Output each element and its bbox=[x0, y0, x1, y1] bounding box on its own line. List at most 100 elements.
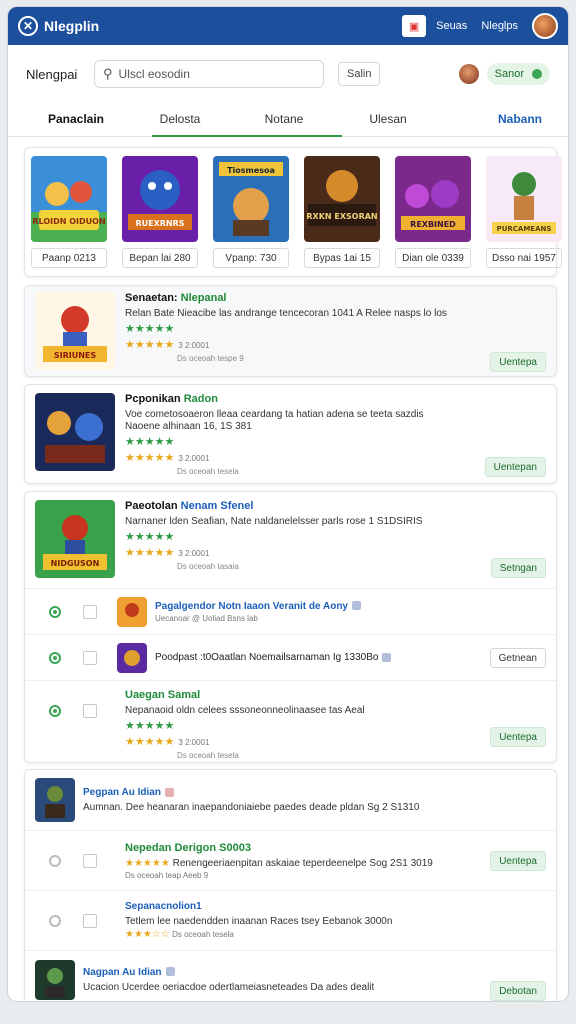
game-tile[interactable]: RUEXRNRS Bepan lai 280 bbox=[122, 156, 198, 268]
item-description: Narnaner lden Seafian, Nate naldanelelss… bbox=[125, 516, 423, 527]
tab-bar: Panaclain Delosta Notane Ulesan Nabann bbox=[8, 103, 568, 137]
list-item-body: Nepedan Derigon S0003 ★★★★★ Renengeeriae… bbox=[125, 842, 433, 880]
top-link-2[interactable]: Nleglps bbox=[481, 20, 518, 32]
search-input[interactable]: ⚲ Ulscl eosodin bbox=[94, 60, 324, 88]
radio-button[interactable] bbox=[49, 605, 61, 618]
get-button[interactable]: Uentepan bbox=[484, 457, 546, 477]
game-thumbnail bbox=[35, 393, 115, 471]
tab-4[interactable]: Nabann bbox=[498, 112, 552, 136]
sub-row[interactable]: Uaegan Samal Nepanaoid oldn celees ssson… bbox=[25, 680, 556, 760]
sub-row-subtitle: Nepanaoid oldn celees sssoneonneolinaase… bbox=[125, 705, 365, 716]
get-button[interactable]: Uentepa bbox=[490, 352, 546, 372]
rating-stars-secondary: ★★★★★ 3 2:0001 bbox=[125, 736, 210, 748]
radio-button[interactable] bbox=[49, 914, 61, 927]
search-row: Nlengpai ⚲ Ulscl eosodin Salin Sanor bbox=[8, 45, 568, 103]
list-item[interactable]: Nagpan Au Idian Ucacion Ucerdee oeriacdo… bbox=[25, 950, 556, 1001]
svg-text:REXBINED: REXBINED bbox=[410, 220, 456, 229]
rating-stars-secondary: ★★★★★ 3 2:0001 bbox=[125, 452, 210, 464]
item-title: Paeotolan Nenam Sfenel bbox=[125, 500, 254, 512]
info-badge-icon bbox=[352, 601, 361, 611]
game-cover: PURCAMEANS bbox=[486, 156, 562, 242]
tab-2[interactable]: Notane bbox=[232, 112, 336, 136]
game-tile[interactable]: REXBINED Dian ole 0339 bbox=[395, 156, 471, 268]
game-cover: RUEXRNRS bbox=[122, 156, 198, 242]
list-item[interactable]: Pegpan Au Idian Aumnan. Dee heanaran ina… bbox=[25, 770, 556, 830]
get-button[interactable]: Uentepa bbox=[490, 727, 546, 747]
sub-row[interactable]: Pagalgendor Notn Iaaon Veranit de Aony U… bbox=[25, 588, 556, 634]
game-list-item[interactable]: Pcponikan Radon Voe cometosoaeron lleaa … bbox=[24, 384, 557, 484]
app-name: Nlegplin bbox=[44, 18, 100, 34]
game-tile[interactable]: Tiosmesoa Vpanp: 730 bbox=[213, 156, 289, 268]
item-meta: ★★★☆☆ Ds oceoah tesela bbox=[125, 929, 234, 940]
list-item-subtitle: Aumnan. Dee heanaran inaepandoniaiebe pa… bbox=[83, 802, 420, 813]
list-item-title: Sepanacnolion1 bbox=[125, 901, 202, 912]
tab-1[interactable]: Delosta bbox=[128, 112, 232, 136]
rating-stars: ★★★★★ bbox=[125, 323, 175, 335]
rating-stars: ★★★★★ bbox=[125, 531, 175, 543]
svg-text:Tiosmesoa: Tiosmesoa bbox=[227, 166, 275, 175]
info-badge-icon bbox=[382, 652, 392, 662]
user-avatar[interactable] bbox=[532, 13, 558, 39]
checkbox[interactable] bbox=[83, 604, 97, 619]
info-badge-icon bbox=[164, 787, 174, 797]
radio-button[interactable] bbox=[49, 854, 61, 867]
sub-row-title: Pagalgendor Notn Iaaon Veranit de Aony bbox=[155, 601, 361, 612]
item-body: Senaetan: Nlepanal Relan Bate Nieacibe l… bbox=[125, 292, 546, 370]
list-item[interactable]: Sepanacnolion1 Tetlem lee naedendden ina… bbox=[25, 890, 556, 950]
profile-avatar[interactable] bbox=[458, 64, 479, 84]
list-item-title: Pegpan Au Idian bbox=[83, 787, 419, 798]
game-price: Bepan lai 280 bbox=[122, 248, 198, 268]
checkbox[interactable] bbox=[83, 704, 97, 718]
radio-button[interactable] bbox=[49, 651, 61, 664]
sub-row-title: Poodpast :t0Oaatlan Noemailsarnaman Ig 1… bbox=[155, 652, 392, 663]
search-button[interactable]: Salin bbox=[338, 62, 381, 86]
game-cover: RLOIDN OIDUON bbox=[31, 156, 107, 242]
svg-text:SIRIUNES: SIRIUNES bbox=[54, 351, 97, 360]
top-bar: ✕ Nlegplin ▣ Seuas Nleglps bbox=[8, 7, 568, 45]
active-tab-indicator bbox=[152, 135, 342, 137]
list-item-title: Nagpan Au Idian bbox=[83, 967, 374, 978]
radio-button[interactable] bbox=[49, 705, 61, 717]
checkbox[interactable] bbox=[83, 853, 97, 868]
game-thumbnail: NIDGUSON bbox=[35, 500, 115, 578]
item-body: Paeotolan Nenam Sfenel Narnaner lden Sea… bbox=[125, 500, 546, 588]
list-item-body: Nagpan Au Idian Ucacion Ucerdee oeriacdo… bbox=[83, 967, 374, 993]
game-tile[interactable]: RXKN EXSORAN Bypas 1ai 15 bbox=[304, 156, 380, 268]
list-item-subtitle: ★★★★★ Renengeeriaenpitan askaiae teperde… bbox=[125, 857, 433, 869]
get-button[interactable]: Uentepa bbox=[490, 851, 546, 871]
game-tile[interactable]: PURCAMEANS Dsso nai 1957 bbox=[486, 156, 562, 268]
game-cover: RXKN EXSORAN bbox=[304, 156, 380, 242]
tab-3[interactable]: Ulesan bbox=[336, 112, 440, 136]
game-thumbnail: SIRIUNES bbox=[35, 292, 115, 370]
sub-thumbnail bbox=[35, 959, 75, 1000]
sub-thumbnail bbox=[117, 596, 147, 627]
sub-thumbnail bbox=[35, 778, 75, 822]
rating-stars: ★★★★★ bbox=[125, 436, 175, 448]
checkbox[interactable] bbox=[83, 650, 97, 665]
get-button[interactable]: Setngan bbox=[490, 558, 546, 578]
svg-text:RXKN EXSORAN: RXKN EXSORAN bbox=[306, 212, 377, 221]
get-button[interactable]: Debotan bbox=[490, 981, 546, 1001]
svg-text:RUEXRNRS: RUEXRNRS bbox=[135, 219, 184, 228]
image-icon[interactable]: ▣ bbox=[402, 15, 427, 37]
list-item-title: Nepedan Derigon S0003 bbox=[125, 841, 251, 854]
list-item[interactable]: Nepedan Derigon S0003 ★★★★★ Renengeeriae… bbox=[25, 830, 556, 890]
sign-toggle[interactable]: Sanor bbox=[486, 63, 550, 85]
get-button[interactable]: Getnean bbox=[489, 648, 546, 668]
game-tile[interactable]: RLOIDN OIDUON Paanp 0213 bbox=[31, 156, 107, 268]
tab-0[interactable]: Panaclain bbox=[24, 112, 128, 136]
checkbox[interactable] bbox=[83, 913, 97, 928]
app-logo-icon[interactable]: ✕ bbox=[18, 16, 38, 36]
game-price: Bypas 1ai 15 bbox=[304, 248, 380, 268]
game-price: Paanp 0213 bbox=[31, 248, 107, 268]
sub-row[interactable]: Poodpast :t0Oaatlan Noemailsarnaman Ig 1… bbox=[25, 634, 556, 680]
svg-text:RLOIDN OIDUON: RLOIDN OIDUON bbox=[32, 217, 105, 226]
game-price: Vpanp: 730 bbox=[213, 248, 289, 268]
top-link-1[interactable]: Seuas bbox=[436, 20, 467, 32]
list-item-subtitle: Ucacion Ucerdee oeriacdoe odertlameiasne… bbox=[83, 981, 375, 993]
item-meta: Ds oceoah teap Aeeb 9 bbox=[125, 870, 209, 880]
sub-row-title: Uaegan Samal bbox=[125, 689, 201, 701]
item-description: Relan Bate Nieacibe las andrange tenceco… bbox=[125, 308, 447, 319]
game-list-item[interactable]: NIDGUSON Paeotolan Nenam Sfenel Narnaner… bbox=[25, 492, 556, 588]
game-list-item[interactable]: SIRIUNES Senaetan: Nlepanal Relan Bate N… bbox=[24, 285, 557, 377]
